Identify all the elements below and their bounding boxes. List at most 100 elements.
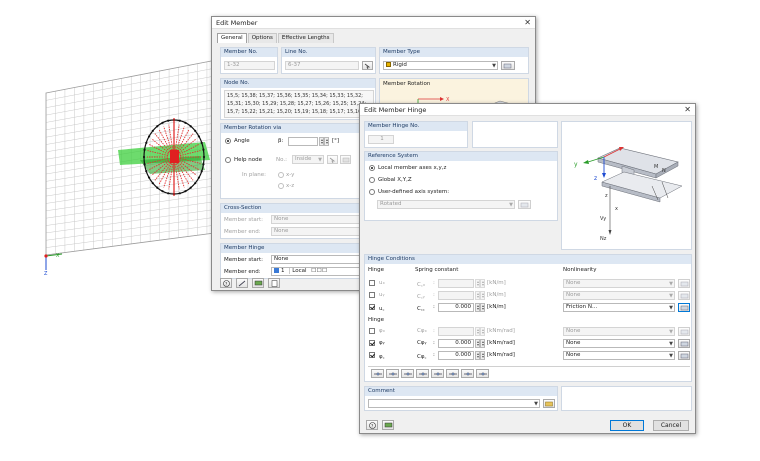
spring-constant-input[interactable]: 0.000 [438, 351, 474, 360]
spring-constant-input[interactable] [438, 279, 474, 288]
edit-icon [520, 202, 529, 208]
help-button[interactable]: ? [366, 420, 378, 430]
spring-stepper-alt[interactable] [480, 279, 485, 288]
hinge-preview: y z z x Vy Nz M N [561, 121, 692, 250]
help-node-select[interactable]: Inside ▼ [292, 155, 324, 164]
hinge-preset-icon [389, 372, 397, 376]
hinge-col-header: Hinge [368, 267, 385, 273]
fixed-button[interactable] [476, 369, 489, 378]
edit-nonlinearity-button[interactable] [678, 327, 690, 336]
spring-stepper-alt[interactable] [480, 303, 485, 312]
close-icon[interactable]: ✕ [684, 105, 691, 114]
dof-checkbox[interactable] [369, 328, 375, 334]
spring-stepper-alt[interactable] [480, 339, 485, 348]
edit-button[interactable] [236, 278, 248, 288]
comment-input[interactable]: ▼ [368, 399, 540, 408]
beta-input[interactable] [288, 137, 318, 146]
node-dot [178, 192, 181, 195]
hinge-no-field[interactable]: 1 [368, 135, 394, 144]
member-no-group: Member No. 1-32 [220, 47, 278, 74]
tab-effective-lengths[interactable]: Effective Lengths [277, 33, 334, 43]
ok-button[interactable]: OK [610, 420, 644, 431]
line-no-group: Line No. 6-37 [281, 47, 376, 74]
nonlinearity-select[interactable]: None ▼ [563, 279, 675, 288]
pick-help-node-button[interactable] [327, 155, 338, 164]
angle-radio[interactable] [225, 138, 231, 144]
spring-stepper-alt[interactable] [480, 327, 485, 336]
local-axes-radio[interactable] [369, 165, 375, 171]
edit-nonlinearity-button[interactable] [678, 303, 690, 312]
cancel-button[interactable]: Cancel [653, 420, 689, 431]
release-all-u-button[interactable] [416, 369, 429, 378]
tab-general[interactable]: General [217, 33, 247, 43]
edit-icon [503, 63, 512, 69]
help-node-radio[interactable] [225, 157, 231, 163]
spring-stepper-alt[interactable] [480, 291, 485, 300]
colon: : [433, 340, 435, 346]
nonlinearity-select[interactable]: None ▼ [563, 351, 675, 360]
dof-symbol: u꜀ [379, 306, 385, 312]
beta-stepper-alt[interactable] [324, 137, 329, 146]
rotation-via-group: Member Rotation via Angle β: [°] Help no… [220, 123, 376, 199]
close-icon[interactable]: ✕ [524, 18, 531, 27]
edit-axis-system-button[interactable] [518, 200, 531, 209]
preview-axis-z: z [594, 175, 597, 182]
help-node-no-label: No.: [276, 157, 287, 163]
comment-group: Comment ▼ [364, 386, 558, 411]
release-phiz-button[interactable] [461, 369, 474, 378]
spring-constant-input[interactable] [438, 327, 474, 336]
help-node-select-value: Inside [295, 156, 312, 162]
global-axes-radio[interactable] [369, 177, 375, 183]
line-no-field[interactable]: 6-37 [285, 61, 359, 70]
member-type-select[interactable]: Rigid ▼ [383, 61, 498, 70]
dof-checkbox[interactable] [369, 304, 375, 310]
nonlinearity-value: None [566, 328, 581, 334]
plane-xz-radio[interactable] [278, 183, 284, 189]
hinge-conditions-label: Hinge Conditions [365, 255, 691, 264]
hinge-preset-icon [464, 372, 472, 376]
spring-stepper-alt[interactable] [480, 351, 485, 360]
dof-checkbox[interactable] [369, 292, 375, 298]
axis-system-select[interactable]: Rotated ▼ [377, 200, 515, 209]
spring-constant-input[interactable] [438, 291, 474, 300]
dof-checkbox[interactable] [369, 340, 375, 346]
nonlinearity-select[interactable]: None ▼ [563, 327, 675, 336]
nonlinearity-select[interactable]: Friction N... ▼ [563, 303, 675, 312]
tab-options[interactable]: Options [247, 33, 277, 43]
member-no-field[interactable]: 1-32 [224, 61, 275, 70]
spring-constant-input[interactable]: 0.000 [438, 303, 474, 312]
edit-nonlinearity-button[interactable] [678, 339, 690, 348]
node-no-list[interactable]: 15,5; 15,38; 15,37; 15,36; 15,35; 15,34;… [224, 90, 374, 118]
release-phix-button[interactable] [431, 369, 444, 378]
release-phiy-button[interactable] [446, 369, 459, 378]
display-button[interactable] [252, 278, 264, 288]
colon: : [433, 292, 435, 298]
edit-nonlinearity-button[interactable] [678, 351, 690, 360]
pencil-icon [238, 280, 246, 287]
release-ux-button[interactable] [371, 369, 384, 378]
info-button[interactable] [268, 278, 280, 288]
edit-nonlinearity-button[interactable] [678, 291, 690, 300]
nonlinearity-select[interactable]: None ▼ [563, 339, 675, 348]
hinge-end-no: 1 [281, 268, 285, 274]
release-uy-button[interactable] [386, 369, 399, 378]
edit-nonlinearity-button[interactable] [678, 279, 690, 288]
dof-checkbox[interactable] [369, 280, 375, 286]
chevron-down-icon: ▼ [669, 341, 673, 347]
spring-unit: [kNm/rad] [487, 352, 515, 358]
edit-member-type-button[interactable] [501, 61, 515, 70]
user-axes-radio[interactable] [369, 189, 375, 195]
help-button[interactable]: ? [220, 278, 232, 288]
options-icon [342, 157, 350, 163]
pick-line-button[interactable] [362, 61, 373, 70]
help-node-options-button[interactable] [340, 155, 351, 164]
nonlinearity-select[interactable]: None ▼ [563, 291, 675, 300]
release-uz-button[interactable] [401, 369, 414, 378]
node-dot [194, 129, 197, 132]
chevron-down-icon: ▼ [669, 353, 673, 359]
plane-xy-radio[interactable] [278, 172, 284, 178]
dof-checkbox[interactable] [369, 352, 375, 358]
spring-constant-input[interactable]: 0.000 [438, 339, 474, 348]
display-button[interactable] [382, 420, 394, 430]
comment-library-button[interactable] [543, 399, 555, 408]
